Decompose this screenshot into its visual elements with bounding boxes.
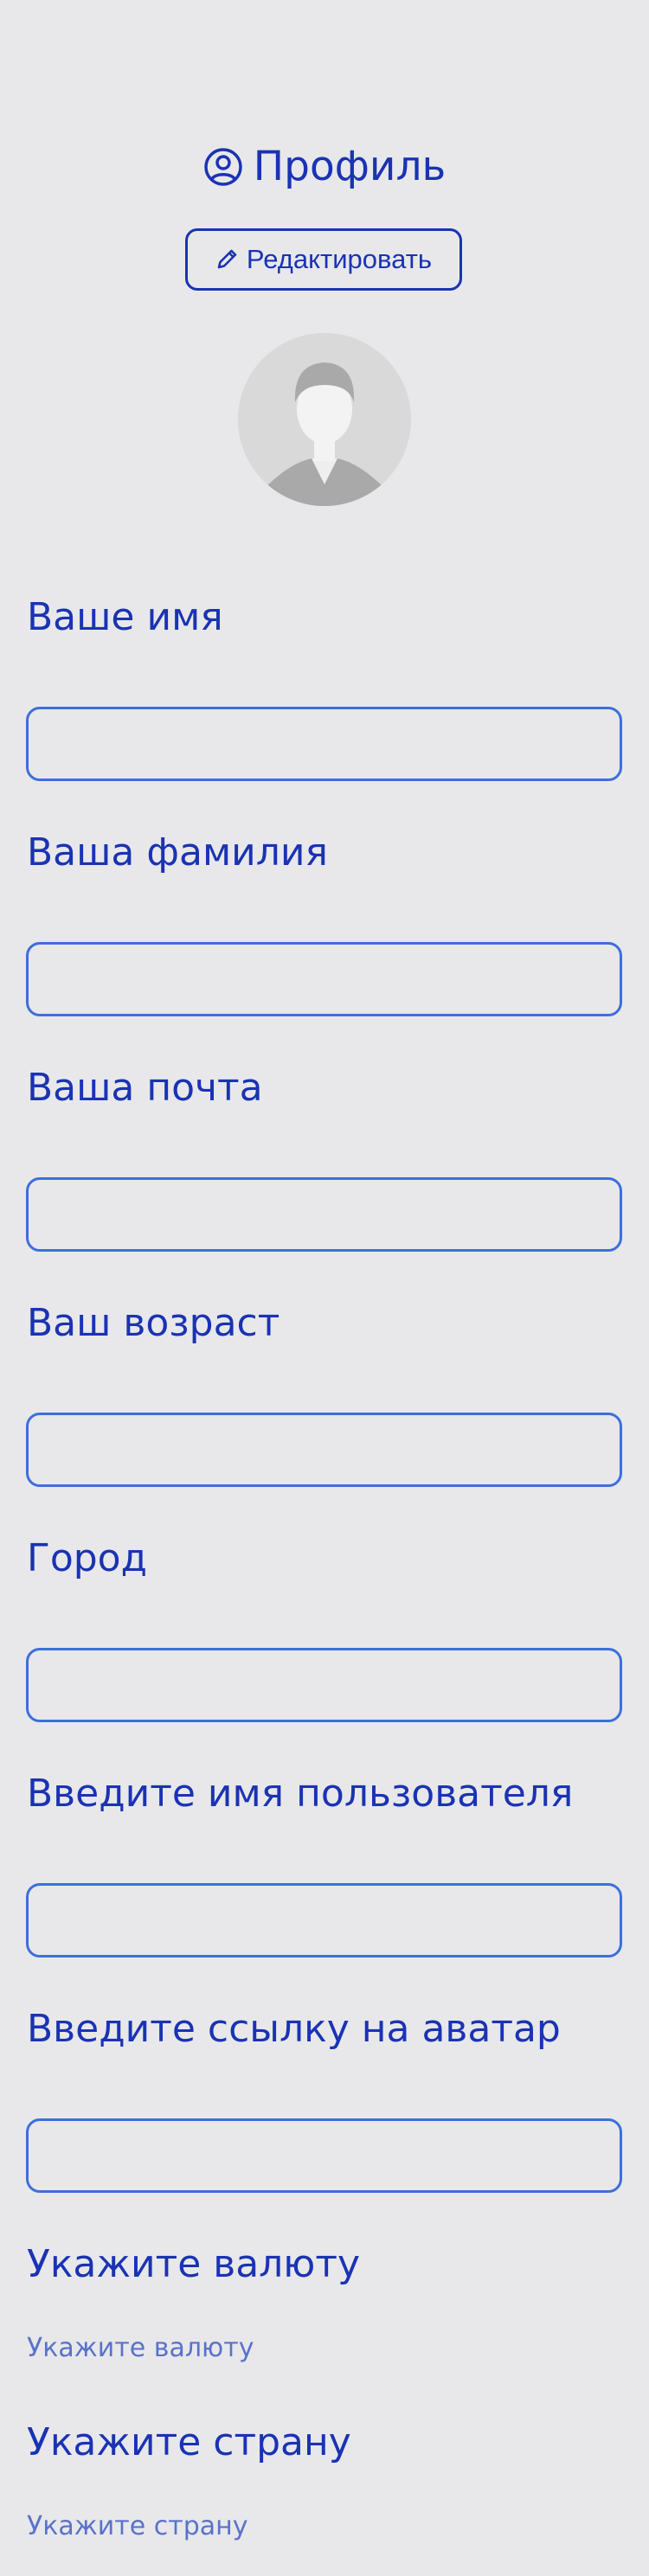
- last-name-input[interactable]: [26, 942, 622, 1016]
- username-input[interactable]: [26, 1883, 622, 1958]
- first-name-input[interactable]: [26, 707, 622, 781]
- avatar-url-input[interactable]: [26, 2118, 622, 2193]
- edit-button-label: Редактировать: [246, 244, 433, 274]
- country-label: Укажите страну: [27, 2420, 351, 2464]
- default-avatar-image: [238, 333, 411, 506]
- city-label: Город: [27, 1536, 148, 1580]
- email-label: Ваша почта: [27, 1066, 263, 1110]
- edit-button[interactable]: Редактировать: [185, 228, 462, 291]
- page-title: Профиль: [0, 143, 649, 191]
- avatar-url-label: Введите ссылку на аватар: [27, 2007, 561, 2051]
- currency-select[interactable]: Укажите валюту: [27, 2333, 254, 2364]
- email-input[interactable]: [26, 1177, 622, 1252]
- currency-label: Укажите валюту: [27, 2242, 360, 2286]
- age-input[interactable]: [26, 1413, 622, 1487]
- avatar: [238, 333, 411, 506]
- age-label: Ваш возраст: [27, 1301, 280, 1345]
- pencil-icon: [215, 247, 240, 273]
- username-label: Введите имя пользователя: [27, 1772, 574, 1816]
- country-select[interactable]: Укажите страну: [27, 2511, 248, 2542]
- city-input[interactable]: [26, 1648, 622, 1722]
- page-title-text: Профиль: [253, 143, 447, 190]
- profile-page: Профиль Редактировать Ваше имя Ваша фами…: [0, 0, 649, 2576]
- last-name-label: Ваша фамилия: [27, 830, 328, 875]
- user-circle-icon: [203, 147, 243, 187]
- first-name-label: Ваше имя: [27, 595, 223, 639]
